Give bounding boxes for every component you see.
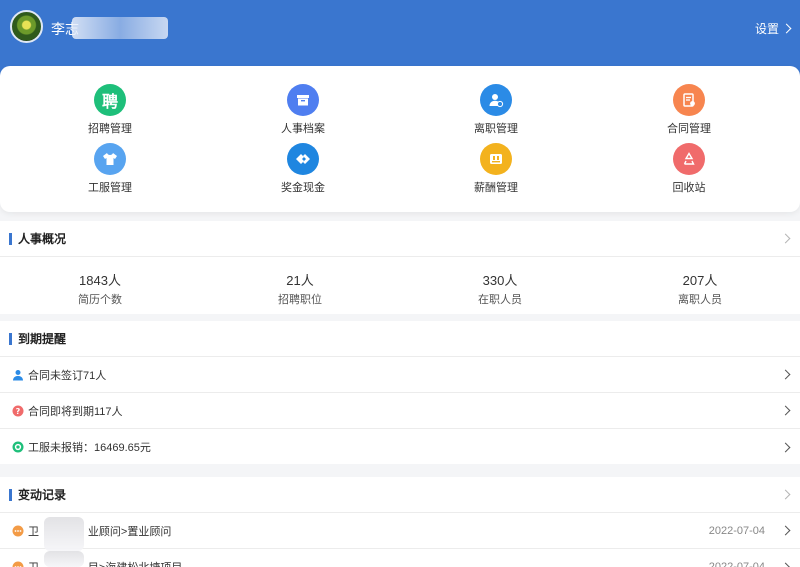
settings-label: 设置	[754, 22, 779, 36]
archive-icon	[287, 84, 319, 116]
module-resign[interactable]: 离职管理	[436, 84, 556, 136]
stat-label: 离职人员	[678, 294, 722, 306]
module-label: 招聘管理	[88, 123, 132, 135]
changes-section: 变动记录 卫 业顾问>置业顾问 2022-07-04 卫 目>海建松北塘项目 2…	[0, 477, 800, 567]
reminder-uniform-reimbursement[interactable]: 工服未报销：16469.65元	[0, 429, 800, 465]
settings-button[interactable]: 设置	[754, 20, 792, 37]
stat-value: 1843人	[79, 273, 121, 288]
chevron-right-icon	[780, 489, 791, 500]
chevron-right-icon	[780, 369, 791, 380]
module-bonus[interactable]: 奖金现金	[243, 143, 363, 195]
name-redaction	[44, 517, 84, 551]
module-grid: 聘 招聘管理 人事档案 离职管理 合同管理 工服管理 奖金现金 薪酬管理 回收站	[0, 66, 800, 212]
recycle-icon	[673, 143, 705, 175]
reminders-header: 到期提醒	[0, 321, 800, 357]
module-label: 合同管理	[667, 123, 711, 135]
stat-positions[interactable]: 21人 招聘职位	[200, 257, 400, 313]
module-label: 奖金现金	[281, 182, 325, 194]
changes-header[interactable]: 变动记录	[0, 477, 800, 513]
salary-icon	[480, 143, 512, 175]
reminder-text: 工服未报销：16469.65元	[28, 442, 151, 454]
chevron-right-icon	[781, 23, 792, 34]
stat-resumes[interactable]: 1843人 简历个数	[0, 257, 200, 313]
chevron-right-icon	[780, 562, 791, 567]
reminder-expiring-contracts[interactable]: ? 合同即将到期117人	[0, 393, 800, 429]
stat-label: 简历个数	[78, 294, 122, 306]
stat-label: 招聘职位	[278, 294, 322, 306]
svg-text:?: ?	[16, 407, 21, 416]
chevron-right-icon	[780, 405, 791, 416]
section-marker	[9, 232, 12, 245]
overview-section: 人事概况 1843人 简历个数 21人 招聘职位 330人 在职人员 207人 …	[0, 221, 800, 314]
name-redaction	[44, 551, 84, 567]
question-icon: ?	[12, 405, 24, 417]
module-uniform[interactable]: 工服管理	[50, 143, 170, 195]
section-title: 人事概况	[18, 232, 67, 246]
reminder-unsigned-contracts[interactable]: 合同未签订71人	[0, 357, 800, 393]
reminder-text: 合同即将到期117人	[28, 405, 123, 418]
contract-icon	[673, 84, 705, 116]
person-icon	[12, 369, 24, 381]
overview-stats: 1843人 简历个数 21人 招聘职位 330人 在职人员 207人 离职人员	[0, 257, 800, 313]
gear-icon	[12, 441, 24, 453]
change-date: 2022-07-04	[708, 561, 765, 567]
stat-value: 207人	[682, 273, 718, 288]
section-marker	[9, 488, 12, 501]
module-label: 人事档案	[281, 123, 325, 135]
module-label: 回收站	[672, 182, 706, 194]
reminders-section: 到期提醒 合同未签订71人 ? 合同即将到期117人 工服未报销：16469.6…	[0, 321, 800, 464]
section-title: 到期提醒	[18, 332, 67, 346]
bonus-icon	[287, 143, 319, 175]
module-archive[interactable]: 人事档案	[243, 84, 363, 136]
change-record-row[interactable]: 卫 目>海建松北塘项目 2022-07-04	[0, 549, 800, 567]
module-label: 离职管理	[474, 123, 518, 135]
section-marker	[9, 332, 12, 345]
change-date: 2022-07-04	[708, 524, 765, 537]
module-salary[interactable]: 薪酬管理	[436, 143, 556, 195]
more-dot-icon	[12, 561, 24, 567]
name-redaction	[72, 17, 168, 39]
module-label: 工服管理	[88, 182, 132, 194]
more-dot-icon	[12, 525, 24, 537]
recruit-icon: 聘	[94, 84, 126, 116]
overview-header[interactable]: 人事概况	[0, 221, 800, 257]
stat-employed[interactable]: 330人 在职人员	[400, 257, 600, 313]
chevron-right-icon	[780, 525, 791, 536]
module-contract[interactable]: 合同管理	[629, 84, 749, 136]
module-recruit[interactable]: 聘 招聘管理	[50, 84, 170, 136]
stat-value: 21人	[286, 273, 314, 288]
module-label: 薪酬管理	[474, 182, 518, 194]
chevron-right-icon	[780, 233, 791, 244]
module-recycle[interactable]: 回收站	[629, 143, 749, 195]
chevron-right-icon	[780, 442, 791, 452]
stat-value: 330人	[482, 273, 518, 288]
resign-user-icon	[480, 84, 512, 116]
avatar[interactable]	[10, 10, 43, 43]
stat-resigned[interactable]: 207人 离职人员	[600, 257, 800, 313]
uniform-icon	[94, 143, 126, 175]
stat-label: 在职人员	[478, 294, 522, 306]
reminder-text: 合同未签订71人	[28, 369, 107, 382]
change-record-row[interactable]: 卫 业顾问>置业顾问 2022-07-04	[0, 513, 800, 549]
section-title: 变动记录	[18, 488, 67, 502]
